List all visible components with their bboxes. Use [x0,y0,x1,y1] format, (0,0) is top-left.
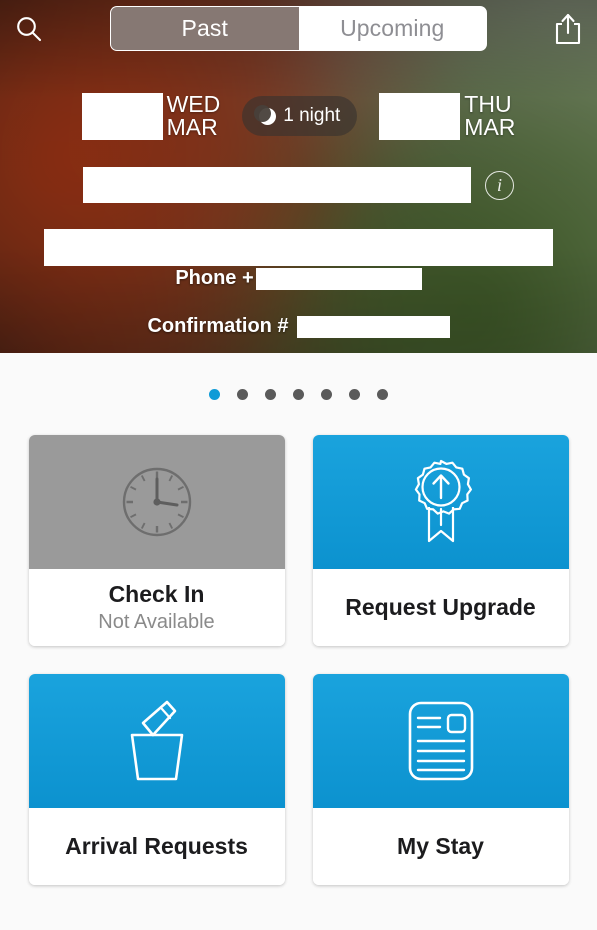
clock-icon [122,467,191,537]
page-dot-4[interactable] [321,389,332,400]
check-in-month: MAR [166,114,218,140]
phone-number-redaction [255,267,422,290]
info-icon[interactable]: i [485,170,514,200]
champagne-bucket-icon [130,700,183,781]
card-title: Check In [108,581,205,607]
confirmation-number-redaction [296,315,450,338]
card-request-upgrade[interactable]: Request Upgrade [312,435,569,646]
nights-badge: 1 night [242,96,358,136]
check-out-month: MAR [464,114,516,140]
check-out-weekday: THU [464,91,512,117]
page-dot-0[interactable] [209,389,220,400]
card-arrival-requests[interactable]: Arrival Requests [28,674,285,885]
check-in-date-redaction [81,92,163,140]
phone-label: Phone + [175,267,254,289]
arrival-requests-tile [28,674,285,808]
check-in-label-area: Check In Not Available [28,569,285,646]
action-card-grid: Check In Not Available Request Upgrade A… [0,435,597,885]
confirmation-row: Confirmation # [0,315,597,338]
hotel-address-redaction [44,229,553,266]
check-out-date-redaction [379,92,461,140]
top-bar [0,0,597,58]
page-dot-3[interactable] [293,389,304,400]
my-stay-label-area: My Stay [312,808,569,885]
request-upgrade-tile [312,435,569,569]
card-subtitle: Not Available [98,611,215,633]
card-title: Arrival Requests [65,833,248,859]
arrival-requests-label-area: Arrival Requests [28,808,285,885]
card-check-in[interactable]: Check In Not Available [28,435,285,646]
card-title: Request Upgrade [345,594,536,620]
stay-dates-row: WED MAR 1 night THU MAR [0,88,597,144]
confirmation-label: Confirmation # [147,315,289,337]
card-title: My Stay [397,833,484,859]
search-icon[interactable] [0,0,58,58]
check-in-date-text: WED MAR [163,93,221,139]
page-dot-1[interactable] [237,389,248,400]
hotel-name-redaction [83,167,471,203]
check-out-date-text: THU MAR [460,93,515,139]
check-in-weekday: WED [166,91,221,117]
hotel-name-row: i [0,167,597,203]
page-dot-5[interactable] [349,389,360,400]
check-in-tile [28,435,285,569]
award-ribbon-up-arrow-icon [414,459,472,543]
my-stay-tile [312,674,569,808]
check-out-date[interactable]: THU MAR [379,92,515,140]
document-icon [408,701,473,781]
check-in-date[interactable]: WED MAR [81,92,221,140]
moon-icon [254,104,277,125]
page-dot-6[interactable] [377,389,388,400]
page-indicator[interactable] [0,353,597,400]
nights-label: 1 night [283,105,341,126]
request-upgrade-label-area: Request Upgrade [312,569,569,646]
card-my-stay[interactable]: My Stay [312,674,569,885]
main-content: Check In Not Available Request Upgrade A… [0,353,597,930]
reservation-hero: Past Upcoming WED MAR 1 night THU MAR i [0,0,597,353]
page-dot-2[interactable] [265,389,276,400]
share-icon[interactable] [539,0,597,58]
phone-row: Phone + [0,267,597,290]
